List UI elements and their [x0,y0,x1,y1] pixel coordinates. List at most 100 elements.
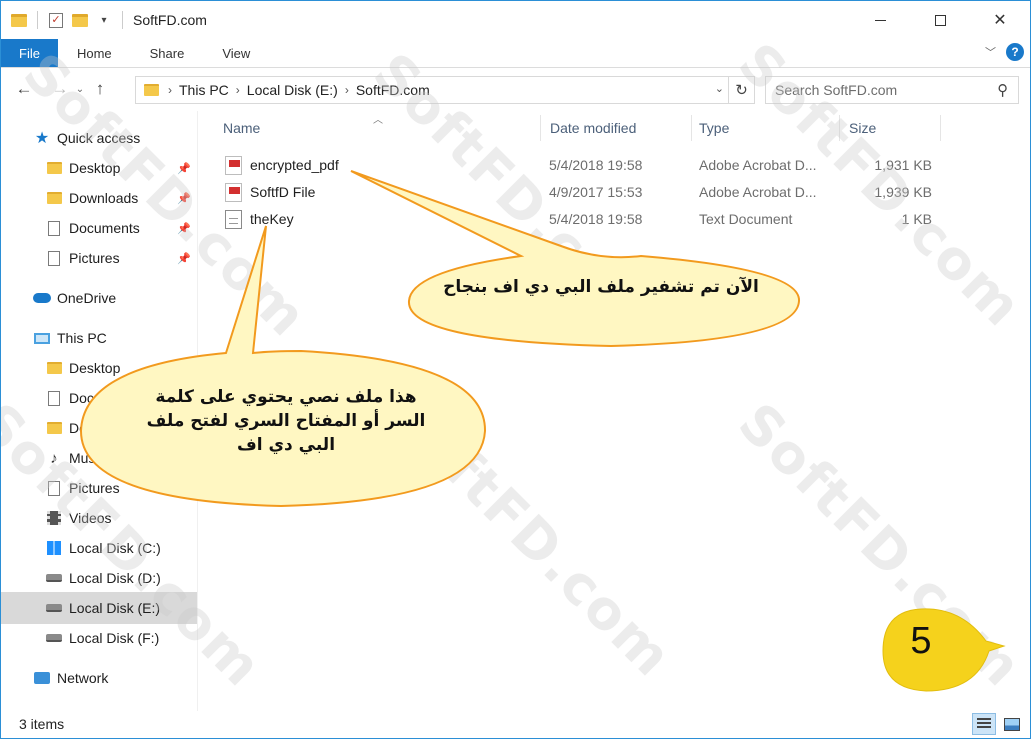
folder-icon [144,84,159,96]
recent-locations-button[interactable]: ⌄ [73,84,87,95]
help-icon[interactable]: ? [1006,43,1024,61]
documents-folder-icon [45,390,63,406]
sidebar-item-label: Music [69,450,106,466]
details-view-icon [977,718,991,730]
sidebar-item-label: Local Disk (F:) [69,630,160,646]
sidebar-item-pictures[interactable]: Pictures 📌 [45,244,197,272]
pin-icon[interactable]: 📌 [177,252,191,265]
column-header-type[interactable]: Type [690,111,840,145]
back-button[interactable]: ← [11,76,37,102]
file-size: 1,931 KB [874,157,932,173]
refresh-button[interactable]: ↻ [728,77,754,103]
large-icons-view-button[interactable] [1000,713,1024,735]
sidebar-item-label: Quick access [57,130,141,146]
folder-icon [45,160,63,176]
tab-view[interactable]: View [203,39,269,67]
sidebar-item-drive-f[interactable]: Local Disk (F:) [45,624,197,652]
sidebar-item-label: Documents [69,390,140,406]
sidebar-item-drive-c[interactable]: Local Disk (C:) [45,534,197,562]
music-icon: ♪ [50,449,58,467]
breadcrumb-this-pc[interactable]: This PC [175,82,233,98]
sidebar-item-label: Local Disk (D:) [69,570,161,586]
breadcrumb-softfd[interactable]: SoftFD.com [352,82,434,98]
tab-file[interactable]: File [1,39,58,67]
breadcrumb-separator-icon[interactable]: › [165,83,175,97]
breadcrumb-separator-icon[interactable]: › [233,83,243,97]
file-date: 5/4/2018 19:58 [549,157,643,173]
tab-share[interactable]: Share [131,39,204,67]
sidebar-item-label: Network [57,670,109,686]
file-date: 4/9/2017 15:53 [549,184,643,200]
sidebar-item-drive-d[interactable]: Local Disk (D:) [45,564,197,592]
forward-arrow-icon: → [51,79,69,98]
close-button[interactable]: ✕ [970,1,1030,39]
file-row[interactable]: encrypted_pdf 5/4/2018 19:58 Adobe Acrob… [219,153,949,179]
sidebar-item-drive-e[interactable]: Local Disk (E:) [1,592,197,624]
explorer-window: ✓ ▾ SoftFD.com ✕ File Home Share View ﹀ … [0,0,1031,739]
pdf-file-icon [225,183,242,202]
drive-icon [45,570,63,586]
sidebar-item-onedrive[interactable]: OneDrive [33,284,193,312]
tab-home[interactable]: Home [58,39,131,67]
sidebar-item-pc-videos[interactable]: Videos [45,504,197,532]
quick-access-toolbar: ✓ ▾ [1,10,127,30]
sidebar-item-downloads[interactable]: Downloads 📌 [45,184,197,212]
sidebar-item-documents[interactable]: Documents 📌 [45,214,197,242]
network-icon [33,670,51,686]
file-name: encrypted_pdf [250,157,339,173]
file-size: 1 KB [901,211,932,227]
toolbar-divider [122,11,123,29]
sidebar-item-pc-desktop[interactable]: Desktop [45,354,197,382]
sidebar-item-quick-access[interactable]: ★ Quick access [33,124,193,152]
ribbon-tabs: File Home Share View ﹀ ? [1,39,1030,68]
navigation-bar: ← → ⌄ ↑ › This PC › Local Disk (E:) › So… [1,68,1030,110]
address-bar[interactable]: › This PC › Local Disk (E:) › SoftFD.com… [135,76,755,104]
expand-ribbon-icon[interactable]: ﹀ [985,44,996,60]
breadcrumb-separator-icon[interactable]: › [342,83,352,97]
minimize-button[interactable] [850,1,910,39]
back-arrow-icon: ← [15,79,33,98]
documents-folder-icon [45,220,63,236]
close-icon: ✕ [993,12,1007,29]
column-divider[interactable] [940,115,941,141]
windows-drive-icon [45,540,63,556]
column-header-date[interactable]: Date modified [541,111,691,145]
column-header-size[interactable]: Size [840,111,940,145]
file-name: SoftfD File [250,184,316,200]
file-row[interactable]: SoftfD File 4/9/2017 15:53 Adobe Acrobat… [219,180,949,206]
drive-icon [45,600,63,616]
sidebar-item-label: This PC [57,330,107,346]
file-date: 5/4/2018 19:58 [549,211,643,227]
breadcrumb-local-disk-e[interactable]: Local Disk (E:) [243,82,342,98]
sidebar-item-label: Desktop [69,160,121,176]
up-arrow-icon: ↑ [95,79,105,98]
sidebar-item-pc-pictures[interactable]: Pictures [45,474,197,502]
new-folder-icon[interactable] [70,10,90,30]
details-view-button[interactable] [972,713,996,735]
downloads-folder-icon [45,190,63,206]
file-row[interactable]: theKey 5/4/2018 19:58 Text Document 1 KB [219,207,949,233]
address-dropdown-icon[interactable]: ⌄ [715,82,724,95]
sidebar-item-label: Desktop [69,360,121,376]
sidebar-item-desktop[interactable]: Desktop 📌 [45,154,197,182]
search-input[interactable]: Search SoftFD.com ⚲ [765,76,1019,104]
window-title: SoftFD.com [133,12,207,28]
pin-icon[interactable]: 📌 [177,192,191,205]
maximize-icon [934,14,946,26]
sidebar-item-label: Documents [69,220,140,236]
toolbar-divider [37,11,38,29]
forward-button[interactable]: → [47,76,73,102]
properties-icon[interactable]: ✓ [46,10,66,30]
folder-icon [9,10,29,30]
column-header-name[interactable]: Name [214,111,541,145]
up-button[interactable]: ↑ [87,76,113,102]
maximize-button[interactable] [910,1,970,39]
sidebar-item-this-pc[interactable]: This PC [33,324,193,352]
customize-toolbar-icon[interactable]: ▾ [94,10,114,30]
computer-icon [33,330,51,346]
sidebar-item-network[interactable]: Network [33,664,193,692]
pin-icon[interactable]: 📌 [177,222,191,235]
pin-icon[interactable]: 📌 [177,162,191,175]
cloud-icon [33,290,51,306]
file-type: Adobe Acrobat D... [699,157,817,173]
